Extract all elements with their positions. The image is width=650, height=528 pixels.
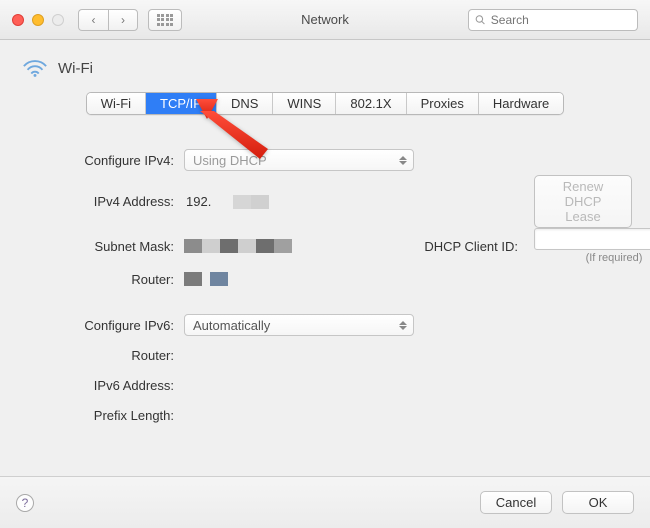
wifi-icon — [22, 58, 48, 78]
renew-dhcp-lease-button[interactable]: Renew DHCP Lease — [534, 175, 632, 228]
minimize-icon[interactable] — [32, 14, 44, 26]
zoom-icon — [52, 14, 64, 26]
titlebar: ‹ › Network — [0, 0, 650, 40]
show-all-button[interactable] — [148, 9, 182, 31]
ipv4-address-value: 192. — [184, 194, 414, 210]
tab-wifi[interactable]: Wi-Fi — [87, 93, 146, 114]
help-button[interactable]: ? — [16, 494, 34, 512]
tab-bar: Wi-Fi TCP/IP DNS WINS 802.1X Proxies Har… — [86, 92, 565, 115]
if-required-label: (If required) — [534, 252, 650, 264]
form-area: Configure IPv4: Using DHCP IPv4 Address:… — [18, 145, 632, 430]
grid-icon — [157, 14, 174, 26]
cancel-button[interactable]: Cancel — [480, 491, 552, 514]
configure-ipv6-select[interactable]: Automatically — [184, 314, 414, 336]
chevron-updown-icon — [399, 156, 407, 165]
nav-buttons: ‹ › — [78, 9, 138, 31]
router-ipv4-label: Router: — [18, 272, 174, 287]
search-field[interactable] — [468, 9, 638, 31]
search-input[interactable] — [491, 13, 631, 27]
ok-button[interactable]: OK — [562, 491, 634, 514]
tab-proxies[interactable]: Proxies — [407, 93, 479, 114]
ipv4-address-label: IPv4 Address: — [18, 194, 174, 209]
search-icon — [475, 14, 486, 26]
panel-title: Wi-Fi — [58, 60, 93, 77]
window-title: Network — [301, 12, 349, 27]
content: Wi-Fi Wi-Fi TCP/IP DNS WINS 802.1X Proxi… — [0, 40, 650, 430]
subnet-mask-value — [184, 239, 414, 253]
router-ipv4-value — [184, 272, 414, 286]
configure-ipv4-label: Configure IPv4: — [18, 153, 174, 168]
dialog-footer: ? Cancel OK — [0, 476, 650, 528]
close-icon[interactable] — [12, 14, 24, 26]
configure-ipv6-label: Configure IPv6: — [18, 318, 174, 333]
dhcp-client-id-label: DHCP Client ID: — [424, 239, 524, 254]
configure-ipv6-value: Automatically — [193, 318, 270, 333]
tab-wins[interactable]: WINS — [273, 93, 336, 114]
annotation-arrow-icon — [190, 99, 280, 162]
window-controls — [12, 14, 64, 26]
prefix-length-label: Prefix Length: — [18, 408, 174, 423]
tab-8021x[interactable]: 802.1X — [336, 93, 406, 114]
subnet-mask-label: Subnet Mask: — [18, 239, 174, 254]
chevron-updown-icon — [399, 321, 407, 330]
router-ipv6-label: Router: — [18, 348, 174, 363]
forward-button[interactable]: › — [108, 9, 138, 31]
tab-hardware[interactable]: Hardware — [479, 93, 563, 114]
panel-header: Wi-Fi — [18, 54, 632, 88]
back-button[interactable]: ‹ — [78, 9, 108, 31]
ipv6-address-label: IPv6 Address: — [18, 378, 174, 393]
dhcp-client-id-input[interactable] — [534, 228, 650, 250]
